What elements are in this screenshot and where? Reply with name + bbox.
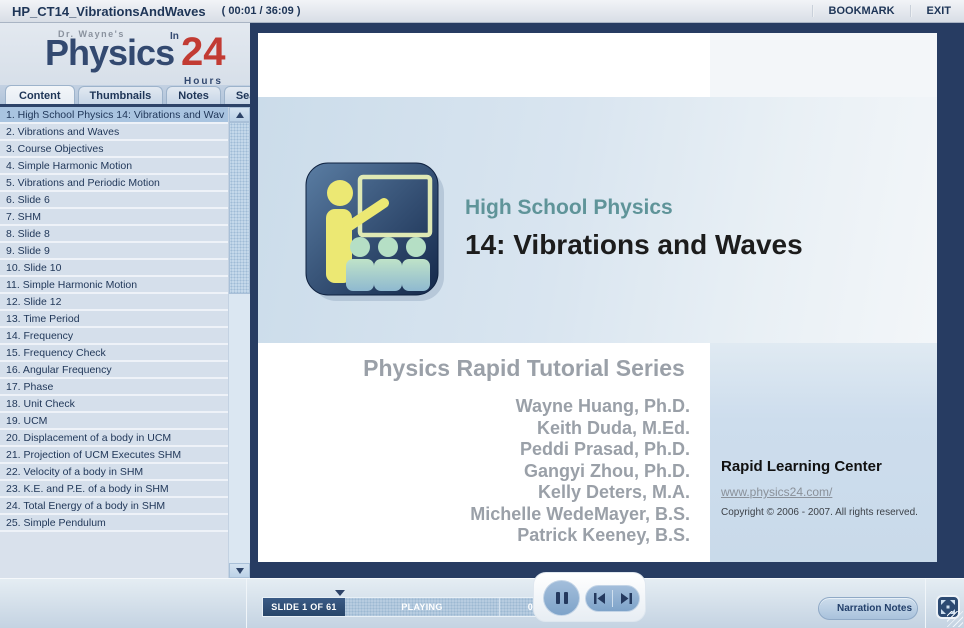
toc-item[interactable]: 7. SHM xyxy=(0,209,228,226)
tab-notes[interactable]: Notes xyxy=(166,86,221,104)
sidebar: Dr. Wayne's Physics In 24 Hours Content T… xyxy=(0,23,285,578)
narration-notes-label: Narration Notes xyxy=(837,603,913,614)
toc-item[interactable]: 12. Slide 12 xyxy=(0,294,228,311)
toc-item[interactable]: 23. K.E. and P.E. of a body in SHM xyxy=(0,481,228,498)
exit-button[interactable]: EXIT xyxy=(914,5,964,17)
toc-item[interactable]: 1. High School Physics 14: Vibrations an… xyxy=(0,107,228,124)
copyright-text: Copyright © 2006 - 2007. All rights rese… xyxy=(721,507,918,518)
author-line: Keith Duda, M.Ed. xyxy=(537,417,690,438)
narration-notes-button[interactable]: Narration Notes xyxy=(818,597,918,620)
slide-right-column-bottom xyxy=(710,343,937,562)
chevron-down-icon xyxy=(235,567,244,574)
author-line: Kelly Deters, M.A. xyxy=(537,482,690,502)
main-area: Dr. Wayne's Physics In 24 Hours Content T… xyxy=(0,23,964,578)
logo-in: In xyxy=(170,31,179,42)
toc-item[interactable]: 5. Vibrations and Periodic Motion xyxy=(0,175,228,192)
author-line: Wayne Huang, Ph.D. xyxy=(515,396,690,416)
author-line: Gangyi Zhou, Ph.D. xyxy=(524,460,690,481)
series-title: Physics Rapid Tutorial Series xyxy=(363,355,685,381)
next-slide-button[interactable] xyxy=(613,586,639,611)
toc-item[interactable]: 16. Angular Frequency xyxy=(0,362,228,379)
scrollbar-thumb[interactable] xyxy=(229,122,250,294)
slide-counter: SLIDE 1 OF 61 xyxy=(263,598,345,616)
resize-grip[interactable] xyxy=(947,611,963,627)
slide-title: 14: Vibrations and Waves xyxy=(465,229,803,260)
slide-canvas: High School Physics 14: Vibrations and W… xyxy=(258,33,937,562)
player-bar-separator xyxy=(246,579,247,628)
pause-icon xyxy=(563,592,568,604)
logo-number: 24 xyxy=(181,30,226,74)
toc-item[interactable]: 10. Slide 10 xyxy=(0,260,228,277)
toc-item[interactable]: 25. Simple Pendulum xyxy=(0,515,228,532)
toc-item[interactable]: 14. Frequency xyxy=(0,328,228,345)
physics24-logo: Dr. Wayne's Physics In 24 Hours xyxy=(0,23,250,85)
player-bar-separator xyxy=(925,579,926,628)
tab-bar: ContentThumbnailsNotesSearch xyxy=(0,85,285,107)
toc-item[interactable]: 8. Slide 8 xyxy=(0,226,228,243)
toc-item[interactable]: 19. UCM xyxy=(0,413,228,430)
author-line: Michelle WedeMayer, B.S. xyxy=(470,503,690,524)
playback-status: PLAYING xyxy=(345,598,499,616)
scroll-up-button[interactable] xyxy=(229,107,250,122)
toc-scrollbar xyxy=(228,107,250,578)
total-time-indicator: ( 00:01 / 36:09 ) xyxy=(221,5,301,17)
playback-controls xyxy=(533,572,646,622)
logo-hours: Hours xyxy=(184,76,223,85)
chevron-up-icon xyxy=(235,111,244,118)
slide-stepper xyxy=(585,585,640,612)
author-line: Peddi Prasad, Ph.D. xyxy=(519,439,690,459)
toc-list: 1. High School Physics 14: Vibrations an… xyxy=(0,107,228,578)
slide-right-column-top xyxy=(710,33,937,97)
logo-word: Physics xyxy=(45,32,175,73)
toc-item[interactable]: 2. Vibrations and Waves xyxy=(0,124,228,141)
toc-item[interactable]: 6. Slide 6 xyxy=(0,192,228,209)
toc-item[interactable]: 24. Total Energy of a body in SHM xyxy=(0,498,228,515)
toc-item[interactable]: 11. Simple Harmonic Motion xyxy=(0,277,228,294)
pause-button[interactable] xyxy=(543,580,580,616)
org-url-link[interactable]: www.physics24.com/ xyxy=(721,485,832,499)
previous-slide-button[interactable] xyxy=(586,586,612,611)
bookmark-button[interactable]: BOOKMARK xyxy=(816,5,908,17)
classroom-icon xyxy=(298,155,448,310)
toc-panel: 1. High School Physics 14: Vibrations an… xyxy=(0,107,250,578)
slide-eyebrow: High School Physics xyxy=(465,196,673,219)
skip-next-icon xyxy=(620,593,632,604)
toc-item[interactable]: 18. Unit Check xyxy=(0,396,228,413)
player-bar: SLIDE 1 OF 61 PLAYING 00:01 / 00:05 xyxy=(0,572,964,628)
toc-item[interactable]: 22. Velocity of a body in SHM xyxy=(0,464,228,481)
author-line: Patrick Keeney, B.S. xyxy=(517,525,690,545)
authors: Wayne Huang, Ph.D. Keith Duda, M.Ed. Peddi… xyxy=(338,396,690,547)
scroll-down-button[interactable] xyxy=(229,563,250,578)
tab-content[interactable]: Content xyxy=(5,85,75,104)
toc-item[interactable]: 17. Phase xyxy=(0,379,228,396)
playhead-marker-icon[interactable] xyxy=(335,590,345,596)
scrollbar-track[interactable] xyxy=(229,294,250,563)
title-bar: HP_CT14_VibrationsAndWaves ( 00:01 / 36:… xyxy=(0,0,964,23)
skip-previous-icon xyxy=(593,593,605,604)
titlebar-separator xyxy=(909,5,912,17)
org-name: Rapid Learning Center xyxy=(721,458,882,475)
toc-item[interactable]: 13. Time Period xyxy=(0,311,228,328)
toc-item[interactable]: 3. Course Objectives xyxy=(0,141,228,158)
toc-item[interactable]: 4. Simple Harmonic Motion xyxy=(0,158,228,175)
toc-item[interactable]: 20. Displacement of a body in UCM xyxy=(0,430,228,447)
pause-icon xyxy=(555,592,560,604)
titlebar-separator xyxy=(811,5,814,17)
window-title: HP_CT14_VibrationsAndWaves xyxy=(12,3,206,19)
tab-thumbnails[interactable]: Thumbnails xyxy=(77,86,164,104)
toc-item[interactable]: 21. Projection of UCM Executes SHM xyxy=(0,447,228,464)
slide-stage: High School Physics 14: Vibrations and W… xyxy=(250,23,964,578)
toc-item[interactable]: 9. Slide 9 xyxy=(0,243,228,260)
toc-item[interactable]: 15. Frequency Check xyxy=(0,345,228,362)
